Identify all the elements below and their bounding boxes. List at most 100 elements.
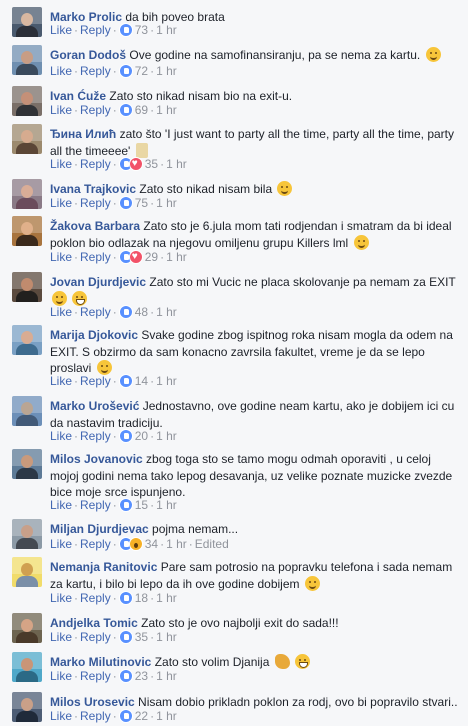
smile-emoji-icon [96, 360, 112, 375]
avatar[interactable] [12, 396, 42, 426]
comment-timestamp[interactable]: 1 hr [156, 196, 177, 210]
avatar[interactable] [12, 652, 42, 682]
separator: · [74, 374, 79, 388]
reactions-summary[interactable]: 29 [118, 250, 158, 264]
avatar[interactable] [12, 45, 42, 75]
reactions-summary[interactable]: 72 [118, 64, 148, 78]
comment-author-link[interactable]: Marko Milutinovic [50, 655, 151, 669]
like-button[interactable]: Like [50, 630, 72, 644]
reactions-summary[interactable]: 14 [118, 374, 148, 388]
reactions-summary[interactable]: 69 [118, 103, 148, 117]
comment-timestamp[interactable]: 1 hr [156, 64, 177, 78]
comment-body: Marko Urošević Jednostavno, ove godine n… [50, 398, 458, 431]
comment-author-link[interactable]: Žakova Barbara [50, 219, 140, 233]
comment-timestamp[interactable]: 1 hr [166, 250, 187, 264]
like-button[interactable]: Like [50, 498, 72, 512]
comment-text: pojma nemam... [152, 522, 239, 536]
reply-button[interactable]: Reply [80, 196, 111, 210]
comment-timestamp[interactable]: 1 hr [166, 537, 187, 551]
comment-author-link[interactable]: Ivan Ćuže [50, 89, 106, 103]
like-button[interactable]: Like [50, 669, 72, 683]
like-button[interactable]: Like [50, 591, 72, 605]
wow-reaction-icon [128, 537, 143, 551]
reactions-summary[interactable]: 34 [118, 537, 158, 551]
comment-author-link[interactable]: Ђина Илић [50, 127, 116, 141]
like-button[interactable]: Like [50, 157, 72, 171]
reactions-summary[interactable]: 23 [118, 669, 148, 683]
avatar[interactable] [12, 86, 42, 116]
comment-author-link[interactable]: Jovan Djurdjevic [50, 275, 146, 289]
reactions-summary[interactable]: 20 [118, 429, 148, 443]
comment-author-link[interactable]: Ivana Trajkovic [50, 182, 136, 196]
comment-timestamp[interactable]: 1 hr [156, 591, 177, 605]
comment-timestamp[interactable]: 1 hr [156, 305, 177, 319]
separator: · [150, 374, 155, 388]
comment-author-link[interactable]: Marko Urošević [50, 399, 139, 413]
reactions-summary[interactable]: 73 [118, 23, 148, 37]
reactions-summary[interactable]: 35 [118, 630, 148, 644]
separator: · [112, 498, 117, 512]
avatar[interactable] [12, 124, 42, 154]
avatar[interactable] [12, 272, 42, 302]
like-button[interactable]: Like [50, 64, 72, 78]
comment-timestamp[interactable]: 1 hr [156, 630, 177, 644]
like-button[interactable]: Like [50, 709, 72, 723]
comment-timestamp[interactable]: 1 hr [156, 374, 177, 388]
like-button[interactable]: Like [50, 429, 72, 443]
comment-author-link[interactable]: Milos Jovanovic [50, 452, 143, 466]
avatar[interactable] [12, 179, 42, 209]
reply-button[interactable]: Reply [80, 64, 111, 78]
reply-button[interactable]: Reply [80, 103, 111, 117]
comment-timestamp[interactable]: 1 hr [156, 23, 177, 37]
comment-timestamp[interactable]: 1 hr [166, 157, 187, 171]
reply-button[interactable]: Reply [80, 305, 111, 319]
avatar[interactable] [12, 692, 42, 722]
like-button[interactable]: Like [50, 196, 72, 210]
avatar[interactable] [12, 449, 42, 479]
avatar[interactable] [12, 519, 42, 549]
like-button[interactable]: Like [50, 250, 72, 264]
comment-timestamp[interactable]: 1 hr [156, 429, 177, 443]
reactions-summary[interactable]: 48 [118, 305, 148, 319]
reactions-summary[interactable]: 22 [118, 709, 148, 723]
reactions-summary[interactable]: 18 [118, 591, 148, 605]
avatar[interactable] [12, 216, 42, 246]
comment-timestamp[interactable]: 1 hr [156, 498, 177, 512]
like-button[interactable]: Like [50, 305, 72, 319]
like-button[interactable]: Like [50, 537, 72, 551]
reply-button[interactable]: Reply [80, 23, 111, 37]
reactions-summary[interactable]: 15 [118, 498, 148, 512]
reply-button[interactable]: Reply [80, 429, 111, 443]
reply-button[interactable]: Reply [80, 157, 111, 171]
comment-author-link[interactable]: Marko Prolic [50, 10, 122, 24]
reply-button[interactable]: Reply [80, 709, 111, 723]
avatar[interactable] [12, 7, 42, 37]
comment-author-link[interactable]: Andjelka Tomic [50, 616, 138, 630]
like-button[interactable]: Like [50, 23, 72, 37]
comment-author-link[interactable]: Miljan Djurdjevac [50, 522, 149, 536]
comment-author-link[interactable]: Nemanja Ranitovic [50, 560, 157, 574]
avatar[interactable] [12, 613, 42, 643]
reply-button[interactable]: Reply [80, 250, 111, 264]
reply-button[interactable]: Reply [80, 630, 111, 644]
comment-timestamp[interactable]: 1 hr [156, 669, 177, 683]
avatar[interactable] [12, 557, 42, 587]
like-button[interactable]: Like [50, 374, 72, 388]
comment-author-link[interactable]: Milos Urosevic [50, 695, 135, 709]
reply-button[interactable]: Reply [80, 591, 111, 605]
comment-timestamp[interactable]: 1 hr [156, 103, 177, 117]
comment-author-link[interactable]: Marija Djokovic [50, 328, 138, 342]
reply-button[interactable]: Reply [80, 374, 111, 388]
reply-button[interactable]: Reply [80, 498, 111, 512]
reactions-summary[interactable]: 75 [118, 196, 148, 210]
edited-label[interactable]: Edited [195, 537, 229, 551]
comment-text: Nisam dobio prikladn poklon za rodj, ovo… [138, 695, 458, 709]
comment-timestamp[interactable]: 1 hr [156, 709, 177, 723]
reactions-summary[interactable]: 35 [118, 157, 158, 171]
comment-author-link[interactable]: Goran Dodoš [50, 48, 126, 62]
reply-button[interactable]: Reply [80, 537, 111, 551]
laugh-emoji-icon [295, 654, 311, 669]
like-button[interactable]: Like [50, 103, 72, 117]
avatar[interactable] [12, 325, 42, 355]
reply-button[interactable]: Reply [80, 669, 111, 683]
